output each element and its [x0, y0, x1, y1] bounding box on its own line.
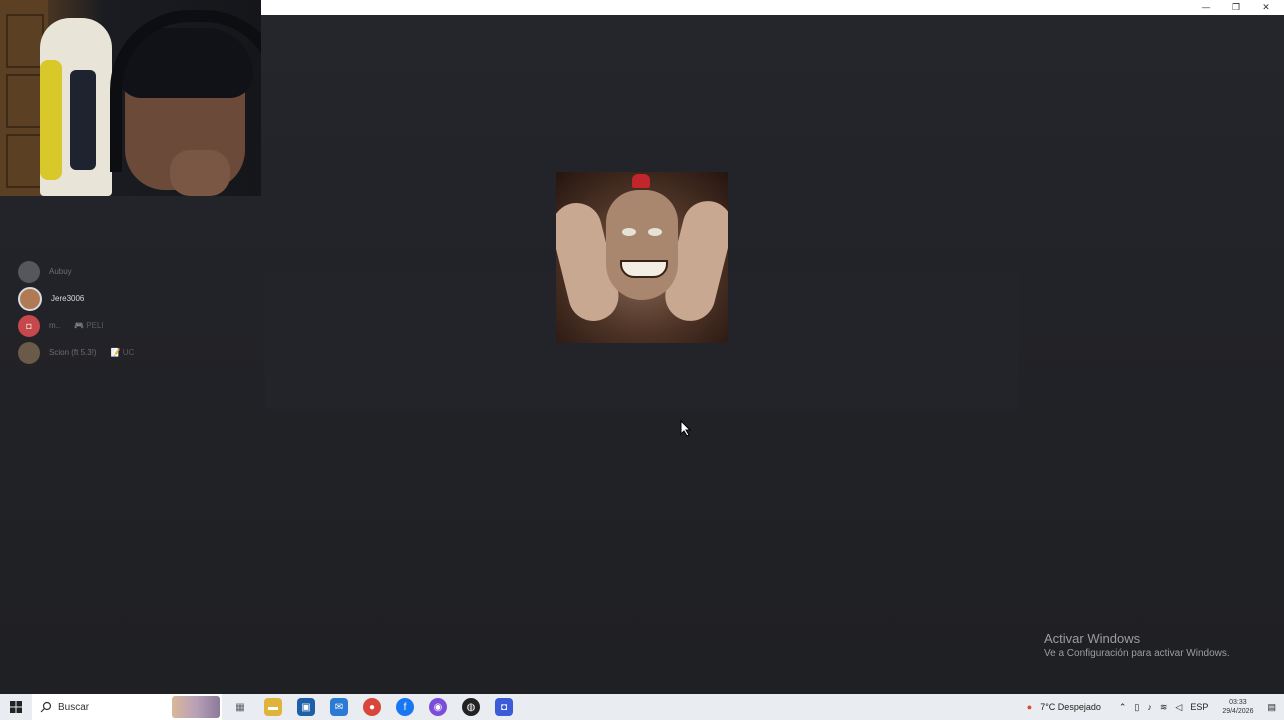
webcam-overlay	[0, 0, 261, 196]
member-name: Jere3006	[51, 294, 85, 303]
voice-member-list: Aubuy Jere3006 ◘ m.. 🎮 PELI Scion (ft 5.…	[18, 258, 258, 366]
shared-image[interactable]	[556, 172, 728, 343]
network-icon[interactable]: ≋	[1160, 702, 1168, 713]
facebook-icon[interactable]: f	[396, 698, 414, 716]
battery-icon[interactable]: ▯	[1134, 702, 1139, 713]
messenger-icon[interactable]: ◉	[429, 698, 447, 716]
member-status: 🎮 PELI	[74, 321, 104, 330]
activation-title: Activar Windows	[1044, 631, 1141, 646]
activation-subtitle: Ve a Configuración para activar Windows.	[1044, 648, 1230, 659]
voice-member[interactable]: Jere3006	[18, 285, 258, 312]
discord-icon[interactable]: ◘	[495, 698, 513, 716]
member-status: 📝 UC	[110, 348, 135, 357]
volume-icon[interactable]: ◁	[1175, 702, 1182, 713]
voice-member[interactable]: Scion (ft 5.3!) 📝 UC	[18, 339, 258, 366]
member-name: Aubuy	[49, 267, 72, 276]
weather-text[interactable]: 7°C Despejado	[1040, 702, 1101, 712]
avatar	[18, 260, 40, 283]
minimize-button[interactable]: —	[1191, 0, 1221, 15]
chrome-icon[interactable]: ●	[363, 698, 381, 716]
headphones-icon	[110, 10, 261, 172]
microphone-icon[interactable]: ♪	[1147, 702, 1152, 712]
language-indicator[interactable]: ESP	[1190, 702, 1208, 712]
avatar	[18, 341, 40, 364]
obs-icon[interactable]: ◍	[462, 698, 480, 716]
mouse-cursor-icon	[680, 420, 692, 437]
file-explorer-icon[interactable]: ▬	[264, 698, 282, 716]
store-icon[interactable]: ▣	[297, 698, 315, 716]
windows-start-icon[interactable]	[0, 694, 32, 720]
taskbar: Buscar ▦ ▬ ▣ ✉ ● f ◉ ◍ ◘ ● 7°C Despejado…	[0, 694, 1284, 720]
member-name: Scion (ft 5.3!)	[49, 348, 97, 357]
weather-icon: ●	[1026, 702, 1033, 712]
chevron-up-icon[interactable]: ⌃	[1119, 702, 1127, 713]
window-titlebar: — ❐ ✕	[261, 0, 1284, 15]
clock-date: 29/4/2026	[1222, 708, 1254, 715]
activation-watermark: Activar Windows Ve a Configuración para …	[1044, 631, 1230, 659]
search-highlight-image	[172, 696, 220, 718]
search-label: Buscar	[58, 701, 90, 713]
mail-icon[interactable]: ✉	[330, 698, 348, 716]
member-name: m..	[49, 321, 61, 330]
taskbar-clock[interactable]: 03:33 29/4/2026	[1222, 698, 1253, 716]
clock-time: 03:33	[1229, 699, 1247, 706]
notifications-icon[interactable]: ▤	[1267, 702, 1276, 713]
close-button[interactable]: ✕	[1251, 0, 1281, 15]
search-icon	[40, 701, 52, 713]
task-view-icon[interactable]: ▦	[231, 698, 249, 716]
discord-avatar-icon: ◘	[18, 314, 40, 337]
restore-button[interactable]: ❐	[1221, 0, 1251, 15]
voice-member[interactable]: ◘ m.. 🎮 PELI	[18, 312, 258, 339]
avatar	[18, 286, 42, 311]
voice-member[interactable]: Aubuy	[18, 258, 258, 285]
system-tray: ● 7°C Despejado ⌃ ▯ ♪ ≋ ◁ ESP 03:33 29/4…	[1019, 694, 1284, 720]
